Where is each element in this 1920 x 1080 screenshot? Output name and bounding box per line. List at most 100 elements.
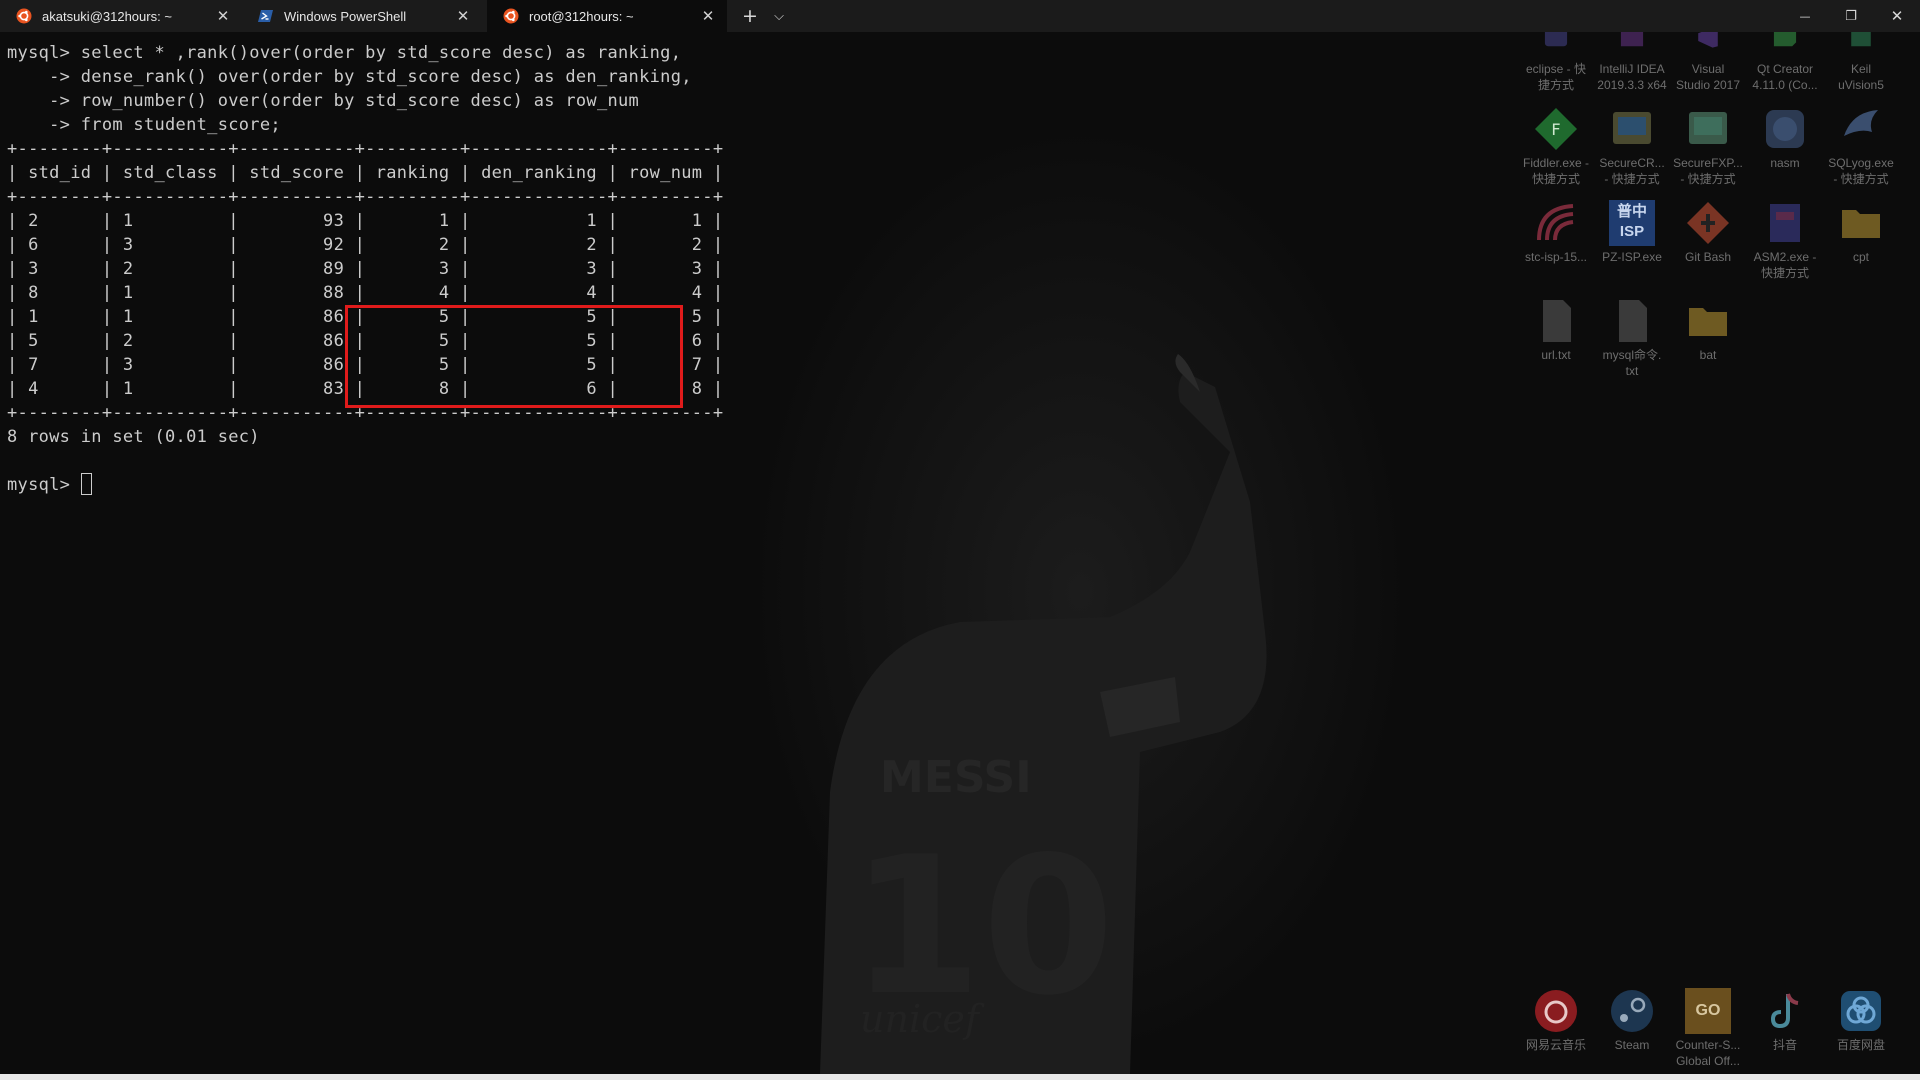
ubuntu-icon — [16, 8, 32, 24]
desktop-icon-bat-folder[interactable]: bat — [1666, 298, 1750, 363]
desktop-icon-visual-studio[interactable]: Visual Studio 2017 — [1666, 32, 1750, 93]
fiddler-icon: F — [1535, 108, 1577, 150]
icon-label: 百度网盘 — [1836, 1038, 1885, 1052]
desktop-icon-cpt-folder[interactable]: cpt — [1819, 200, 1903, 265]
securefx-icon — [1689, 112, 1727, 144]
icon-label: 抖音 — [1772, 1038, 1797, 1052]
icon-label: Keil uVision5 — [1838, 62, 1884, 92]
netease-music-icon — [1535, 990, 1577, 1032]
terminal-pane[interactable]: MESSI 10 unicef mysql> select * ,rank()o… — [0, 32, 1920, 1074]
icon-label: PZ-ISP.exe — [1602, 250, 1662, 264]
eclipse-icon — [1544, 32, 1568, 47]
icon-label: Steam — [1614, 1038, 1650, 1052]
title-bar: akatsuki@312hours: ~ ✕ Windows PowerShel… — [0, 0, 1920, 32]
asm2-icon — [1770, 204, 1800, 242]
desktop-icon-douyin[interactable]: 抖音 — [1743, 988, 1827, 1053]
tab-title: Windows PowerShell — [284, 8, 407, 24]
terminal-line: -> row_number() over(order by std_score … — [7, 91, 640, 111]
desktop-icon-securefx[interactable]: SecureFXP... - 快捷方式 — [1666, 106, 1750, 187]
icon-label: cpt — [1852, 250, 1869, 264]
desktop-icon-nasm[interactable]: nasm — [1743, 106, 1827, 171]
tab-title: akatsuki@312hours: ~ — [42, 8, 172, 24]
qt-creator-icon — [1773, 32, 1797, 47]
icon-label: stc-isp-15... — [1524, 250, 1587, 264]
desktop-icon-keil[interactable]: Keil uVision5 — [1819, 32, 1903, 93]
tab-powershell[interactable]: Windows PowerShell ✕ — [242, 0, 482, 32]
securecrt-icon — [1613, 112, 1651, 144]
desktop-icon-qt-creator[interactable]: Qt Creator 4.11.0 (Co... — [1743, 32, 1827, 93]
desktop-icon-sqlyog[interactable]: SQLyog.exe - 快捷方式 — [1819, 106, 1903, 187]
text-file-icon — [1543, 300, 1571, 342]
folder-icon — [1842, 210, 1880, 238]
desktop-icon-intellij[interactable]: IntelliJ IDEA 2019.3.3 x64 — [1590, 32, 1674, 93]
result-summary: 8 rows in set (0.01 sec) — [7, 427, 260, 447]
icon-label: bat — [1699, 348, 1717, 362]
icon-label: Fiddler.exe - 快捷方式 — [1522, 156, 1590, 186]
steam-icon — [1611, 990, 1653, 1032]
icon-label: Qt Creator 4.11.0 (Co... — [1752, 62, 1818, 92]
desktop-icon-mysql-txt[interactable]: mysql命令. txt — [1590, 298, 1674, 379]
icon-label: Git Bash — [1684, 250, 1732, 264]
prompt-line[interactable]: mysql> — [7, 473, 723, 497]
jersey-sponsor: unicef — [860, 997, 985, 1041]
tab-akatsuki[interactable]: akatsuki@312hours: ~ ✕ — [0, 0, 242, 32]
nasm-icon — [1766, 110, 1804, 148]
desktop-icon-fiddler[interactable]: F Fiddler.exe - 快捷方式 — [1514, 106, 1598, 187]
terminal-line: mysql> select * ,rank()over(order by std… — [7, 43, 682, 63]
icon-label: 网易云音乐 — [1525, 1038, 1586, 1052]
desktop-icon-eclipse[interactable]: eclipse - 快 捷方式 — [1514, 32, 1598, 93]
icon-label: url.txt — [1541, 348, 1571, 362]
svg-text:F: F — [1551, 120, 1560, 139]
stc-isp-icon — [1537, 204, 1574, 241]
close-tab-icon[interactable]: ✕ — [454, 7, 472, 25]
folder-icon — [1689, 308, 1727, 336]
text-cursor — [80, 473, 92, 495]
jersey-name: MESSI — [880, 752, 1032, 803]
new-tab-button[interactable]: + — [735, 0, 765, 32]
desktop-icon-stc-isp[interactable]: stc-isp-15... — [1514, 200, 1598, 265]
chevron-down-icon[interactable]: ⌵ — [765, 0, 793, 32]
icon-label: nasm — [1770, 156, 1800, 170]
icon-label: ASM2.exe - 快捷方式 — [1753, 250, 1817, 280]
icon-label: eclipse - 快 捷方式 — [1525, 62, 1587, 92]
table-row: | 3 | 2 | 89 | 3 | 3 | 3 | — [7, 259, 724, 279]
ubuntu-icon — [503, 8, 519, 24]
table-header: | std_id | std_class | std_score | ranki… — [7, 163, 724, 183]
table-row: | 6 | 3 | 92 | 2 | 2 | 2 | — [7, 235, 724, 255]
pz-isp-icon: 普中 ISP — [1609, 200, 1655, 246]
icon-label: IntelliJ IDEA 2019.3.3 x64 — [1597, 62, 1667, 92]
table-border: +--------+-----------+-----------+------… — [7, 139, 724, 159]
desktop-icon-url-txt[interactable]: url.txt — [1514, 298, 1598, 363]
table-row: | 2 | 1 | 93 | 1 | 1 | 1 | — [7, 211, 724, 231]
intellij-icon — [1620, 32, 1644, 47]
table-row: | 8 | 1 | 88 | 4 | 4 | 4 | — [7, 283, 724, 303]
close-tab-icon[interactable]: ✕ — [214, 7, 232, 25]
desktop-icon-securecrt[interactable]: SecureCR... - 快捷方式 — [1590, 106, 1674, 187]
icon-label: Counter-S... Global Off... — [1675, 1038, 1741, 1068]
icon-label: Visual Studio 2017 — [1675, 62, 1741, 92]
desktop-icon-netease-music[interactable]: 网易云音乐 — [1514, 988, 1598, 1053]
maximize-button[interactable]: ❐ — [1828, 0, 1874, 32]
desktop-icon-steam[interactable]: Steam — [1590, 988, 1674, 1053]
desktop-icon-pz-isp[interactable]: 普中 ISP PZ-ISP.exe — [1590, 200, 1674, 265]
minimize-button[interactable]: — — [1782, 0, 1828, 32]
terminal-line: -> dense_rank() over(order by std_score … — [7, 67, 692, 87]
desktop-icon-csgo[interactable]: GO Counter-S... Global Off... — [1666, 988, 1750, 1069]
baidu-netdisk-icon — [1841, 991, 1881, 1031]
icon-label: SecureFXP... - 快捷方式 — [1673, 156, 1743, 186]
text-file-icon — [1619, 300, 1647, 342]
terminal-output: mysql> select * ,rank()over(order by std… — [7, 41, 723, 497]
git-bash-icon — [1687, 202, 1729, 244]
tab-root[interactable]: root@312hours: ~ ✕ — [487, 0, 727, 32]
keil-icon — [1851, 32, 1871, 47]
visual-studio-icon — [1698, 32, 1718, 48]
close-window-button[interactable]: ✕ — [1874, 0, 1920, 32]
desktop-icon-git-bash[interactable]: Git Bash — [1666, 200, 1750, 265]
tab-title: root@312hours: ~ — [529, 8, 634, 24]
desktop-icon-baidu-netdisk[interactable]: 百度网盘 — [1819, 988, 1903, 1053]
csgo-icon: GO — [1685, 988, 1731, 1034]
desktop-icon-asm2[interactable]: ASM2.exe - 快捷方式 — [1743, 200, 1827, 281]
close-tab-icon[interactable]: ✕ — [699, 7, 717, 25]
highlight-box — [345, 305, 683, 408]
